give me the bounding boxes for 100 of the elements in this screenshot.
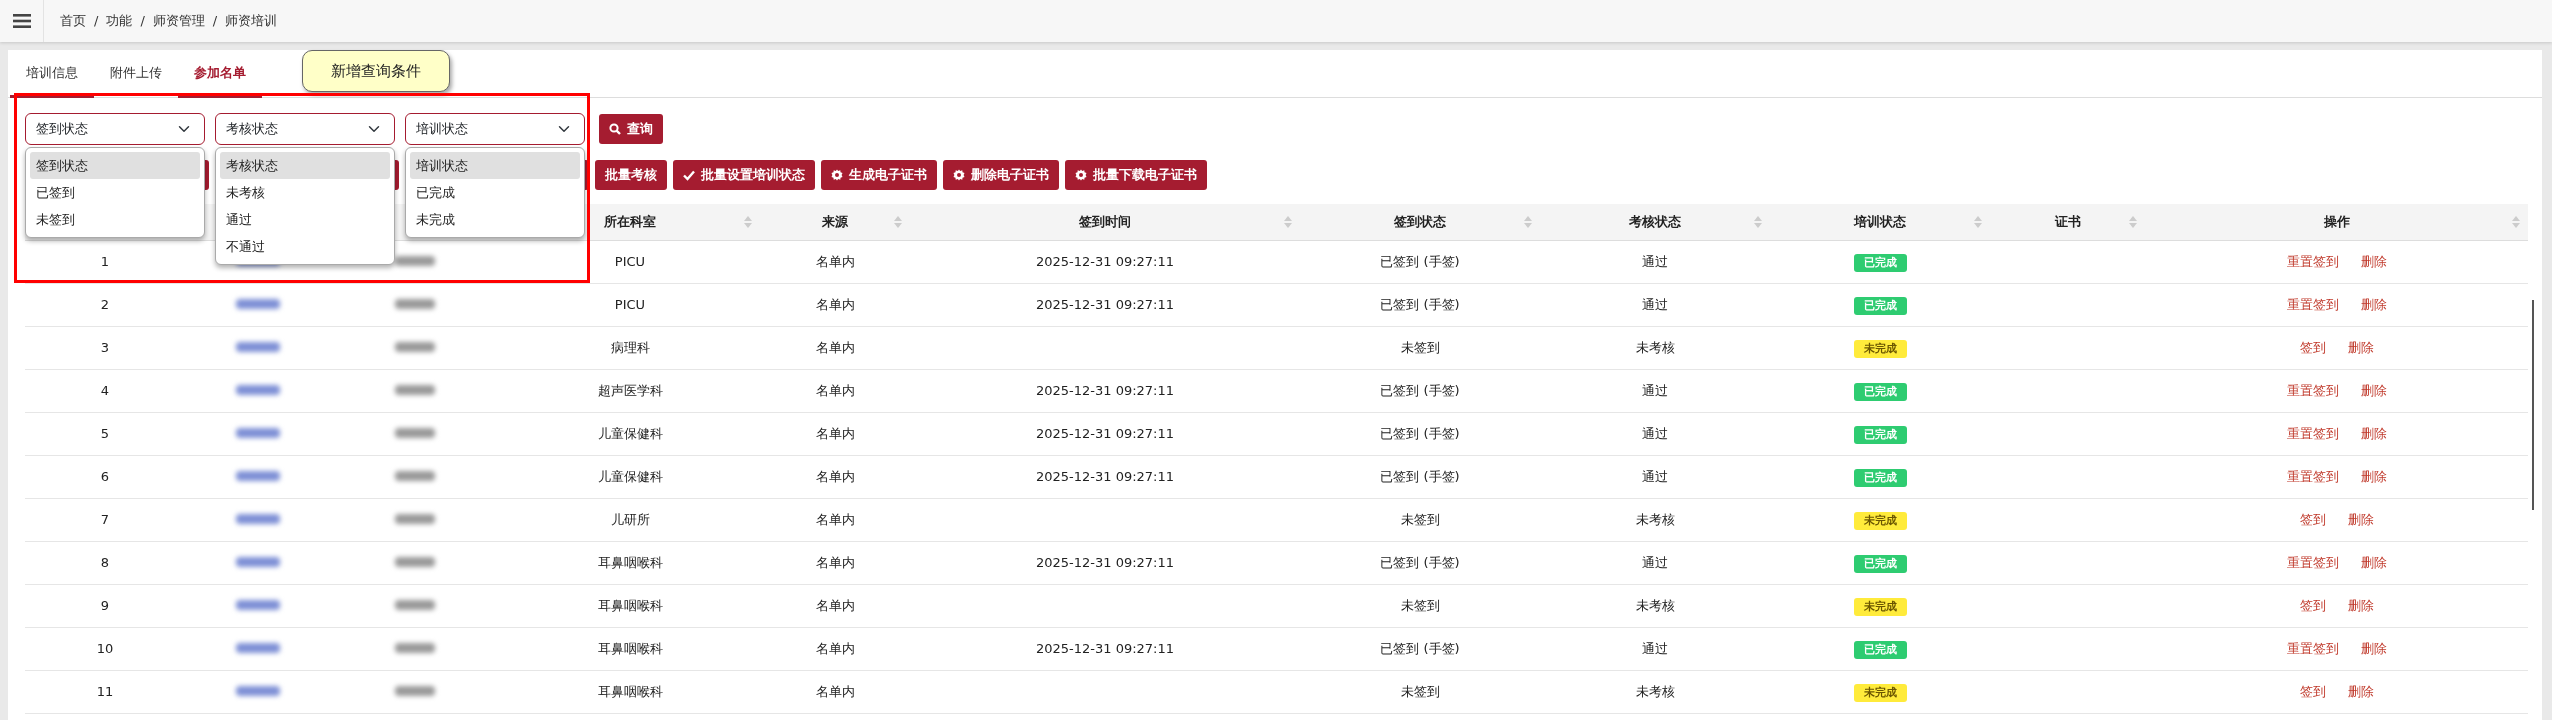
status-badge: 未完成 bbox=[1853, 683, 1907, 702]
table-cell: 通过 bbox=[1642, 640, 1668, 656]
toolbar-button[interactable]: 批量考核 bbox=[595, 160, 667, 190]
action-link[interactable]: 删除 bbox=[2360, 554, 2387, 570]
table-cell: 6 bbox=[100, 468, 110, 484]
table-cell: 已签到 (手签) bbox=[1380, 253, 1460, 269]
table-cell: 未签到 bbox=[1400, 683, 1440, 699]
column-header[interactable]: 培训状态 bbox=[1854, 214, 1906, 229]
toolbar-button[interactable]: 批量下载电子证书 bbox=[1065, 160, 1207, 190]
table-cell: 2025-12-31 09:27:11 bbox=[1035, 296, 1175, 312]
table-cell: 名单内 bbox=[815, 554, 855, 570]
column-header[interactable]: 签到状态 bbox=[1394, 214, 1446, 229]
column-header[interactable]: 所在科室 bbox=[604, 214, 656, 229]
table-cell: 名单内 bbox=[815, 640, 855, 656]
table-cell: 名单内 bbox=[815, 253, 855, 269]
column-header[interactable]: 操作 bbox=[2323, 214, 2350, 229]
status-badge: 已完成 bbox=[1853, 425, 1907, 444]
status-badge: 已完成 bbox=[1853, 640, 1907, 659]
action-link[interactable]: 删除 bbox=[2347, 597, 2374, 613]
filter-select[interactable]: 签到状态 bbox=[25, 113, 205, 145]
action-link[interactable]: 签到 bbox=[2299, 511, 2326, 527]
column-header[interactable]: 考核状态 bbox=[1629, 214, 1681, 229]
column-header[interactable]: 证书 bbox=[2054, 214, 2081, 229]
table-cell: 通过 bbox=[1642, 425, 1668, 441]
table-cell: 7 bbox=[100, 511, 110, 527]
tab[interactable]: 附件上传 bbox=[94, 50, 178, 98]
column-header[interactable]: 签到时间 bbox=[1079, 214, 1131, 229]
status-badge: 已完成 bbox=[1853, 253, 1907, 272]
action-link[interactable]: 重置签到 bbox=[2286, 382, 2339, 398]
table-cell: 10 bbox=[96, 640, 114, 656]
dropdown-option[interactable]: 未完成 bbox=[410, 206, 580, 233]
breadcrumb-item[interactable]: 师资管理 bbox=[152, 11, 205, 31]
action-link[interactable]: 重置签到 bbox=[2286, 425, 2339, 441]
table-cell: 9 bbox=[100, 597, 110, 613]
breadcrumb-separator: / bbox=[212, 12, 218, 31]
table-cell: 2025-12-31 09:27:11 bbox=[1035, 554, 1175, 570]
action-link[interactable]: 重置签到 bbox=[2286, 554, 2339, 570]
table-cell: 名单内 bbox=[815, 683, 855, 699]
status-badge: 已完成 bbox=[1853, 296, 1907, 315]
table-cell: 通过 bbox=[1642, 554, 1668, 570]
breadcrumb-item[interactable]: 首页 bbox=[60, 11, 86, 31]
table-cell: 儿研所 bbox=[610, 511, 650, 527]
action-link[interactable]: 重置签到 bbox=[2286, 640, 2339, 656]
action-link[interactable]: 删除 bbox=[2360, 253, 2387, 269]
table-cell: 3 bbox=[100, 339, 110, 355]
table-cell: 1 bbox=[100, 253, 110, 269]
action-link[interactable]: 重置签到 bbox=[2286, 468, 2339, 484]
table-cell: 未签到 bbox=[1400, 597, 1440, 613]
table-cell: 通过 bbox=[1642, 468, 1668, 484]
table-cell: 2025-12-31 09:27:11 bbox=[1035, 425, 1175, 441]
table-cell: 名单内 bbox=[815, 511, 855, 527]
table-cell: 2025-12-31 09:27:11 bbox=[1035, 253, 1175, 269]
column-header[interactable]: 来源 bbox=[822, 214, 848, 229]
table-cell: 名单内 bbox=[815, 425, 855, 441]
toolbar-button[interactable]: 生成电子证书 bbox=[821, 160, 937, 190]
action-link[interactable]: 删除 bbox=[2360, 425, 2387, 441]
table-cell: 未考核 bbox=[1635, 339, 1675, 355]
table-cell: 已签到 (手签) bbox=[1380, 468, 1460, 484]
action-link[interactable]: 签到 bbox=[2299, 339, 2326, 355]
action-link[interactable]: 签到 bbox=[2299, 597, 2326, 613]
action-link[interactable]: 重置签到 bbox=[2286, 296, 2339, 312]
table-cell: 已签到 (手签) bbox=[1380, 382, 1460, 398]
status-badge: 未完成 bbox=[1853, 597, 1907, 616]
dropdown-option[interactable]: 培训状态 bbox=[410, 152, 580, 179]
status-badge: 未完成 bbox=[1853, 339, 1907, 358]
tab[interactable]: 培训信息 bbox=[10, 50, 94, 98]
table-cell: 儿童保健科 bbox=[597, 425, 663, 441]
action-link[interactable]: 删除 bbox=[2347, 339, 2374, 355]
dropdown-option[interactable]: 未签到 bbox=[30, 206, 200, 233]
dropdown-option[interactable]: 考核状态 bbox=[220, 152, 390, 179]
toolbar-button[interactable]: 删除电子证书 bbox=[943, 160, 1059, 190]
action-link[interactable]: 删除 bbox=[2360, 296, 2387, 312]
action-link[interactable]: 删除 bbox=[2360, 640, 2387, 656]
table-cell: 名单内 bbox=[815, 339, 855, 355]
tab[interactable]: 参加名单 bbox=[178, 50, 262, 98]
table-cell: 已签到 (手签) bbox=[1380, 425, 1460, 441]
dropdown-option[interactable]: 已完成 bbox=[410, 179, 580, 206]
filter-select[interactable]: 培训状态 bbox=[405, 113, 585, 145]
query-button[interactable]: 查询 bbox=[599, 114, 663, 144]
action-link[interactable]: 重置签到 bbox=[2286, 253, 2339, 269]
table-cell: 名单内 bbox=[815, 296, 855, 312]
action-link[interactable]: 删除 bbox=[2347, 683, 2374, 699]
table-cell: 通过 bbox=[1642, 382, 1668, 398]
breadcrumb-item[interactable]: 功能 bbox=[106, 11, 133, 31]
action-link[interactable]: 删除 bbox=[2360, 468, 2387, 484]
toolbar-button[interactable]: 批量设置培训状态 bbox=[673, 160, 815, 190]
dropdown-option[interactable]: 已签到 bbox=[30, 179, 200, 206]
dropdown-option[interactable]: 不通过 bbox=[220, 233, 390, 260]
action-link[interactable]: 签到 bbox=[2299, 683, 2326, 699]
action-link[interactable]: 删除 bbox=[2347, 511, 2374, 527]
dropdown-option[interactable]: 签到状态 bbox=[30, 152, 200, 179]
dropdown-option[interactable]: 通过 bbox=[220, 206, 390, 233]
table-cell: 名单内 bbox=[815, 468, 855, 484]
filter-select[interactable]: 考核状态 bbox=[215, 113, 395, 145]
table-cell: 未签到 bbox=[1400, 511, 1440, 527]
callout-note: 新增查询条件 bbox=[302, 50, 450, 92]
dropdown-option[interactable]: 未考核 bbox=[220, 179, 390, 206]
action-link[interactable]: 删除 bbox=[2360, 382, 2387, 398]
table-cell: 8 bbox=[100, 554, 110, 570]
table-cell: 2 bbox=[100, 296, 110, 312]
